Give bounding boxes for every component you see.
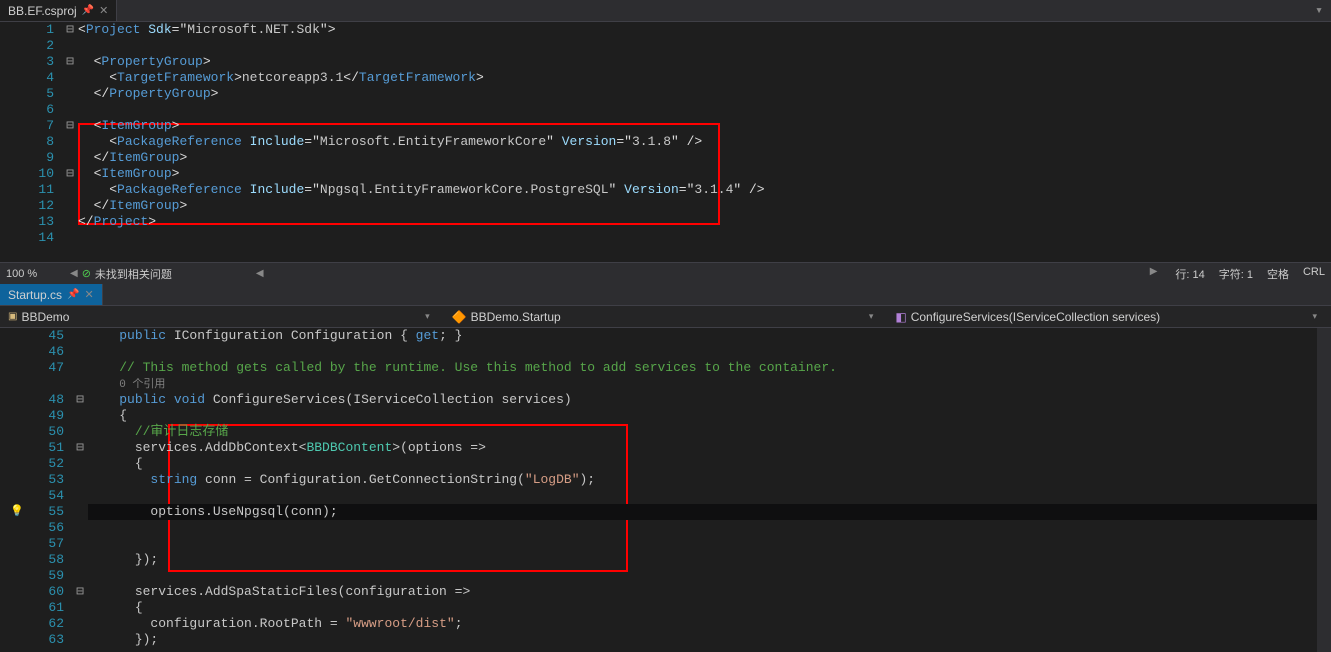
fold-toggle[interactable]	[62, 70, 78, 86]
fold-toggle[interactable]	[72, 376, 88, 392]
navigation-bar: ▣ BBDemo ▾ 🔶 BBDemo.Startup ▾ ◧ Configur…	[0, 306, 1331, 328]
zoom-level[interactable]: 100 %	[6, 268, 66, 280]
nav-class[interactable]: 🔶 BBDemo.Startup ▾	[444, 310, 888, 324]
class-icon: 🔶	[452, 310, 467, 324]
check-icon: ⊘	[82, 267, 91, 280]
scroll-left-icon[interactable]: ◀	[66, 268, 82, 279]
nav-method[interactable]: ◧ ConfigureServices(IServiceCollection s…	[887, 310, 1331, 324]
fold-toggle[interactable]	[62, 230, 78, 246]
fold-toggle[interactable]	[72, 456, 88, 472]
fold-toggle[interactable]	[62, 134, 78, 150]
fold-toggle[interactable]	[72, 472, 88, 488]
fold-toggle[interactable]	[72, 520, 88, 536]
crlf-indicator[interactable]: CRL	[1303, 266, 1325, 282]
tab-bar-bottom: Startup.cs 📌 ✕	[0, 284, 1331, 306]
tab-startup[interactable]: Startup.cs 📌 ✕	[0, 284, 103, 305]
code-content[interactable]: public IConfiguration Configuration { ge…	[88, 328, 1331, 648]
chevron-down-icon: ▾	[1312, 311, 1323, 322]
fold-toggle[interactable]: ⊟	[62, 118, 78, 134]
nav-namespace-label: BBDemo	[21, 310, 69, 324]
pin-icon[interactable]: 📌	[67, 289, 79, 300]
editor-pane-csproj: 1234567891011121314⊟⊟⊟⊟<Project Sdk="Mic…	[0, 22, 1331, 262]
fold-toggle[interactable]	[72, 616, 88, 632]
code-lens-references[interactable]: 0 个引用	[119, 379, 165, 391]
close-icon[interactable]: ✕	[84, 288, 93, 301]
fold-toggle[interactable]: ⊟	[72, 440, 88, 456]
fold-toggle[interactable]: ⊟	[72, 584, 88, 600]
fold-toggle[interactable]	[72, 568, 88, 584]
fold-toggle[interactable]	[72, 408, 88, 424]
scroll-nav-left-icon[interactable]: ◀	[252, 268, 268, 279]
fold-toggle[interactable]	[62, 198, 78, 214]
fold-toggle[interactable]	[62, 38, 78, 54]
pin-icon[interactable]: 📌	[82, 5, 94, 16]
chevron-down-icon: ▾	[425, 311, 436, 322]
spaces-indicator[interactable]: 空格	[1267, 266, 1289, 282]
method-icon: ◧	[895, 310, 906, 324]
fold-toggle[interactable]	[62, 214, 78, 230]
tab-title: BB.EF.csproj	[8, 4, 77, 18]
fold-toggle[interactable]	[62, 102, 78, 118]
tab-bar-top: BB.EF.csproj 📌 ✕ ▾	[0, 0, 1331, 22]
scroll-nav-right-icon[interactable]: ▶	[1146, 266, 1162, 282]
fold-toggle[interactable]	[72, 488, 88, 504]
status-bar-top: 100 % ◀ ⊘ 未找到相关问题 ◀ ▶ 行: 14 字符: 1 空格 CRL	[0, 262, 1331, 284]
lightbulb-icon[interactable]: 💡	[10, 504, 24, 520]
fold-toggle[interactable]	[72, 424, 88, 440]
nav-method-label: ConfigureServices(IServiceCollection ser…	[911, 310, 1160, 324]
fold-toggle[interactable]: ⊟	[72, 392, 88, 408]
fold-toggle[interactable]: ⊟	[62, 54, 78, 70]
fold-toggle[interactable]	[62, 86, 78, 102]
fold-toggle[interactable]	[72, 552, 88, 568]
chevron-down-icon: ▾	[869, 311, 880, 322]
issues-label[interactable]: 未找到相关问题	[95, 266, 172, 282]
fold-toggle[interactable]: ⊟	[62, 166, 78, 182]
nav-namespace[interactable]: ▣ BBDemo ▾	[0, 310, 444, 324]
nav-class-label: BBDemo.Startup	[471, 310, 561, 324]
vertical-scrollbar[interactable]	[1317, 328, 1331, 652]
tab-title: Startup.cs	[8, 288, 62, 302]
fold-toggle[interactable]	[72, 504, 88, 520]
tab-csproj[interactable]: BB.EF.csproj 📌 ✕	[0, 0, 117, 21]
close-icon[interactable]: ✕	[99, 4, 108, 17]
char-indicator[interactable]: 字符: 1	[1219, 266, 1253, 282]
fold-toggle[interactable]	[72, 344, 88, 360]
tab-overflow-button[interactable]: ▾	[1307, 0, 1331, 21]
fold-toggle[interactable]	[72, 360, 88, 376]
fold-toggle[interactable]	[72, 632, 88, 648]
namespace-icon: ▣	[8, 311, 17, 322]
code-content[interactable]: <Project Sdk="Microsoft.NET.Sdk"> <Prope…	[78, 22, 1331, 246]
line-indicator[interactable]: 行: 14	[1175, 266, 1204, 282]
fold-toggle[interactable]	[72, 536, 88, 552]
fold-toggle[interactable]	[62, 182, 78, 198]
fold-toggle[interactable]	[72, 328, 88, 344]
fold-toggle[interactable]	[72, 600, 88, 616]
editor-pane-startup: 45464748495051525354555657585960616263⊟⊟…	[0, 328, 1331, 652]
fold-toggle[interactable]	[62, 150, 78, 166]
fold-toggle[interactable]: ⊟	[62, 22, 78, 38]
